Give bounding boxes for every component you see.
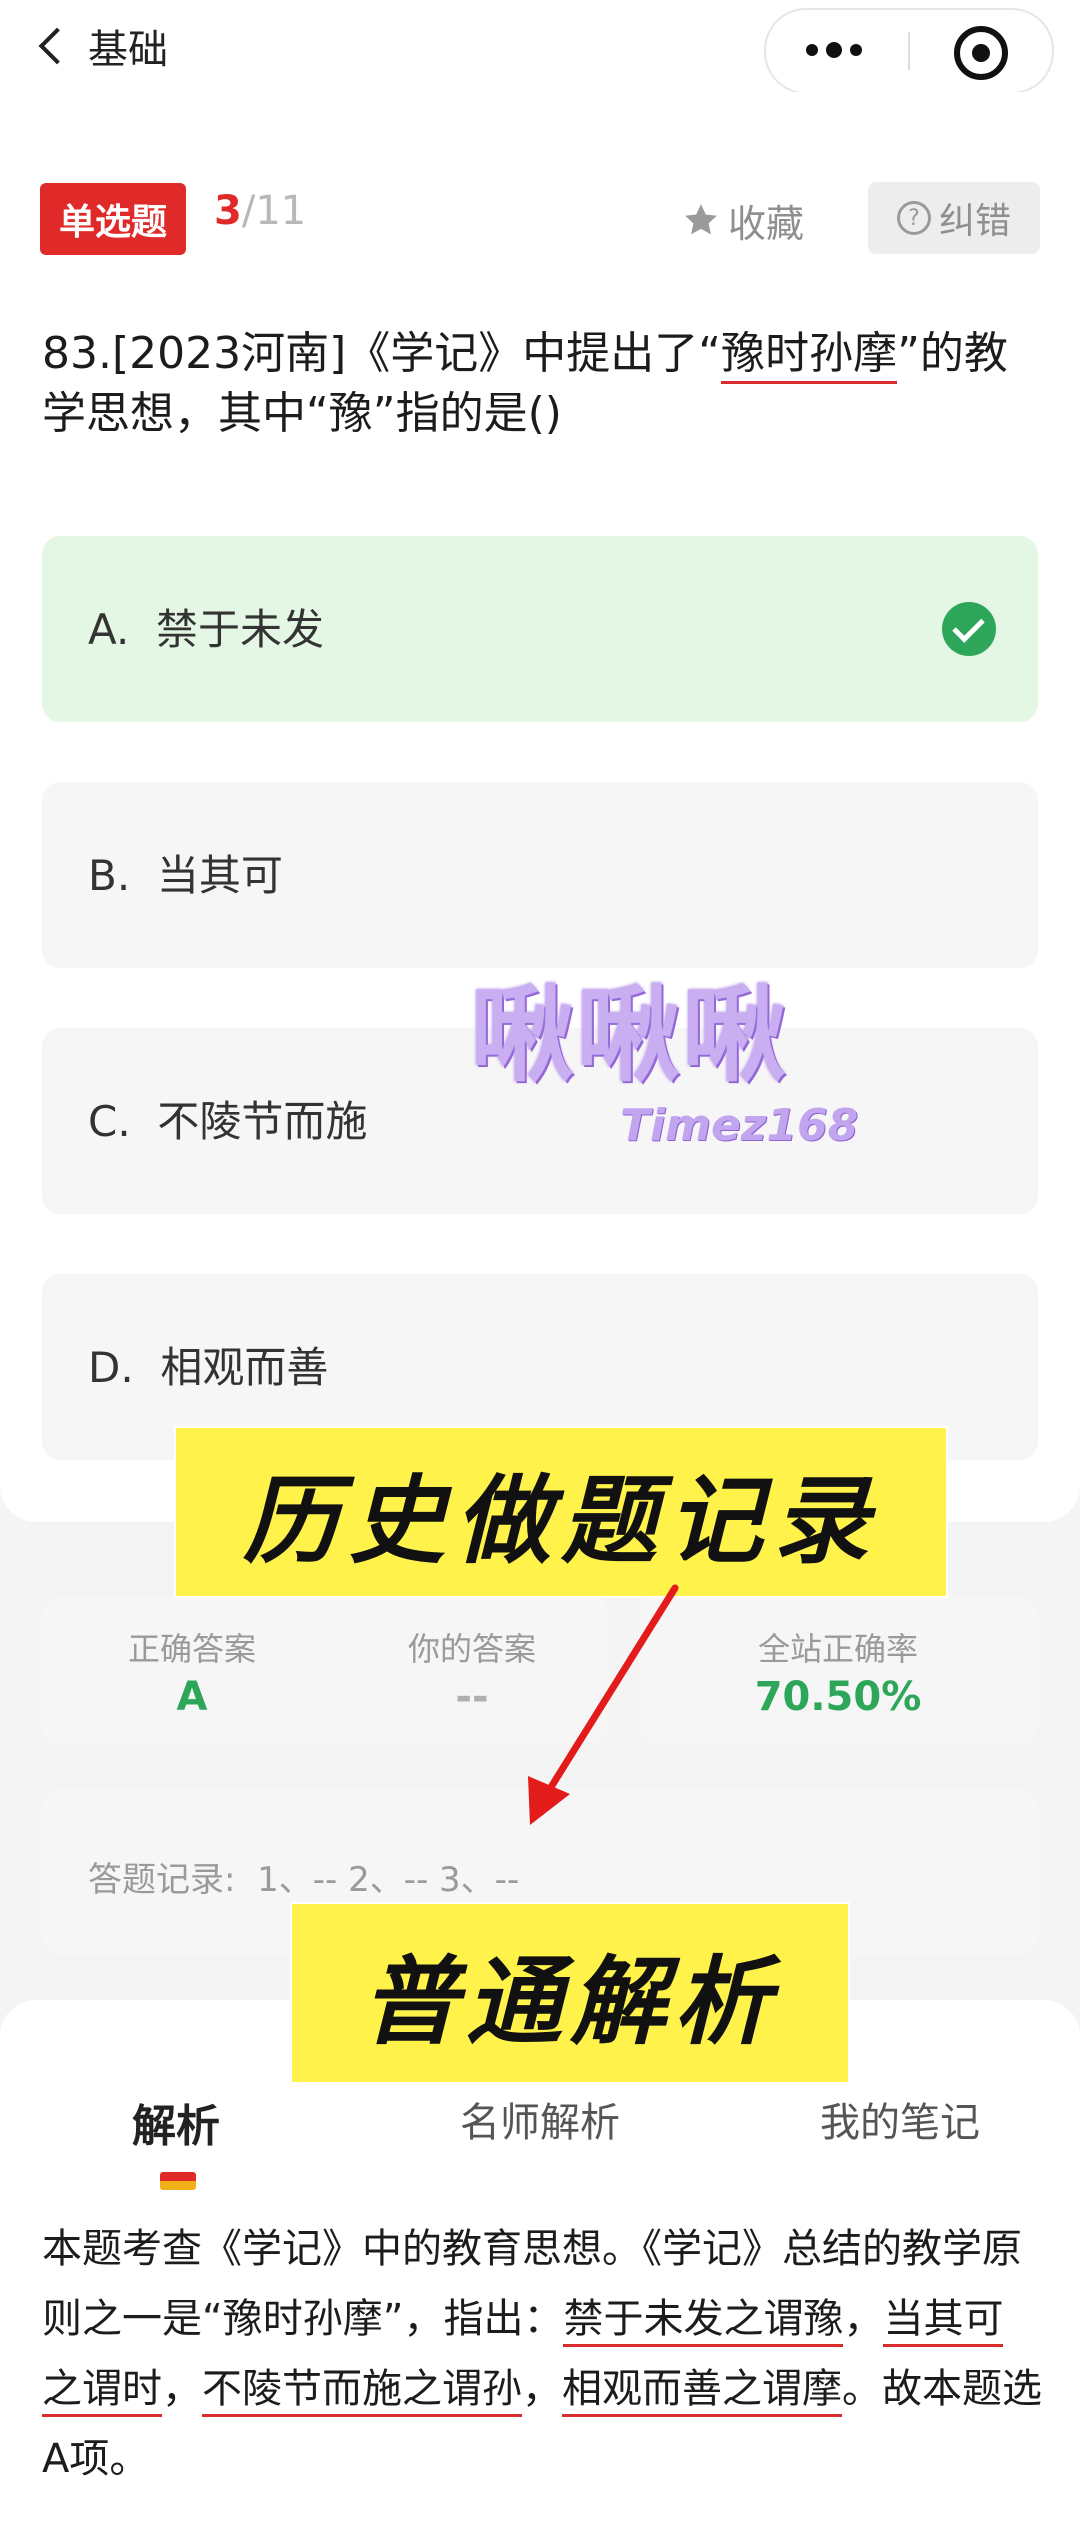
correct-answer-value: A [176,1674,208,1720]
option-label: B. 当其可 [88,851,283,900]
question-mark-icon: ? [896,201,931,235]
correct-answer-stat: 正确答案 A [92,1624,292,1720]
red-arrow-icon [528,1584,679,1825]
tab-analysis[interactable]: 解析 [132,2090,220,2154]
back-button[interactable]: 基础 [36,18,168,74]
mini-program-capsule [764,8,1054,94]
history-record-banner: 历史做题记录 [176,1428,946,1596]
option-label: C. 不陵节而施 [88,1097,368,1146]
answer-record: 答题记录: 1、-- 2、-- 3、-- [88,1860,520,1900]
report-error-button[interactable]: ? 纠错 [868,182,1040,254]
question-type-tag: 单选题 [40,183,186,255]
normal-analysis-banner: 普通解析 [292,1904,848,2082]
chevron-left-icon [38,27,76,65]
watermark: 啾啾啾 Timez168 [470,950,1010,1170]
tab-my-notes[interactable]: 我的笔记 [820,2090,980,2148]
watermark-main: 啾啾啾 [470,974,789,1096]
progress-current: 3 [214,188,242,234]
favorite-button[interactable]: 收藏 [682,190,804,250]
page-title: 基础 [88,27,168,73]
capsule-divider [908,32,910,70]
analysis-text: 本题考查《学记》中的教育思想。《学记》总结的教学原则之一是“豫时孙摩”，指出：禁… [42,2226,1042,2482]
question-progress: 3/11 [214,188,306,234]
progress-total: /11 [241,188,307,234]
star-icon [685,204,717,235]
favorite-label: 收藏 [728,201,805,246]
watermark-sub: Timez168 [620,1100,859,1151]
option-a[interactable]: A. 禁于未发 [42,536,1038,722]
report-label: 纠错 [938,201,1011,242]
question-text: 83.[2023河南]《学记》中提出了“豫时孙摩”的教学思想，其中“豫”指的是(… [42,328,1008,439]
close-target-icon[interactable] [954,26,1008,80]
option-b[interactable]: B. 当其可 [42,782,1038,968]
option-label: D. 相观而善 [88,1343,329,1392]
more-icon[interactable] [806,40,870,60]
active-tab-indicator [160,2172,196,2190]
check-circle-icon [942,602,996,656]
tab-teacher-analysis[interactable]: 名师解析 [460,2090,620,2148]
question-keyword: 豫时孙摩 [721,328,898,384]
option-label: A. 禁于未发 [88,605,325,654]
